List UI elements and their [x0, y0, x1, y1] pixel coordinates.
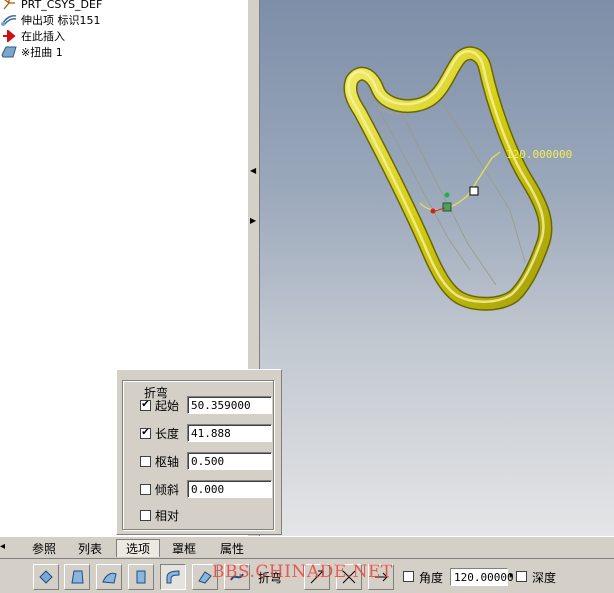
warp-tool-button[interactable]	[64, 564, 90, 590]
tree-item-label: PRT_CSYS_DEF	[21, 0, 103, 11]
angle-label: 角度	[419, 571, 444, 585]
spine-button[interactable]	[96, 564, 122, 590]
scroll-left-icon[interactable]: ◂	[0, 541, 5, 552]
expand-arrow-icon[interactable]: ▶	[250, 216, 256, 225]
length-label: 长度	[155, 426, 180, 441]
tilt-checkbox[interactable]	[140, 483, 151, 495]
relative-label: 相对	[155, 508, 180, 523]
flip-side-icon	[375, 572, 388, 582]
pivot-checkbox[interactable]	[140, 455, 151, 467]
graphics-window[interactable]: 120.000000	[260, 0, 614, 536]
start-row: ✔ 起始 50.359000	[140, 395, 280, 415]
length-checkbox[interactable]: ✔	[140, 427, 151, 439]
sculpt-icon	[230, 573, 244, 581]
tab-properties[interactable]: 属性	[212, 539, 252, 557]
csys-icon	[0, 0, 18, 11]
relative-checkbox[interactable]	[140, 509, 151, 521]
axis-select-button[interactable]	[304, 564, 330, 590]
start-checkbox[interactable]: ✔	[140, 399, 151, 411]
transform-icon	[39, 570, 53, 584]
warped-part-model[interactable]	[343, 46, 553, 311]
angle-checkbox[interactable]	[403, 571, 414, 582]
tree-item-label: ※扭曲 1	[21, 46, 63, 59]
stretch-button[interactable]	[128, 564, 154, 590]
flip-direction-button[interactable]	[336, 564, 362, 590]
tree-item-insert-here[interactable]: 在此插入	[0, 28, 65, 44]
tilt-label: 倾斜	[155, 482, 180, 497]
tab-options[interactable]: 选项	[116, 539, 160, 557]
twist-icon	[198, 571, 212, 584]
stretch-icon	[136, 570, 146, 584]
flip-direction-icon	[342, 570, 356, 584]
depth-checkbox[interactable]	[516, 571, 527, 582]
insert-here-arrow-icon	[0, 29, 18, 43]
sculpt-button[interactable]	[224, 564, 250, 590]
tab-references[interactable]: 参照	[24, 539, 64, 557]
bend-icon	[166, 570, 180, 584]
tree-item-label: 伸出项 标识151	[21, 14, 101, 27]
tree-item-csys[interactable]: PRT_CSYS_DEF	[0, 0, 102, 12]
warp-dashboard-toolbar: 折弯 角度 120.00000 ▾ 深度	[0, 558, 614, 593]
warp-icon	[0, 45, 18, 59]
tree-item-label: 在此插入	[21, 30, 65, 43]
collapse-arrow-icon[interactable]: ◀	[250, 166, 256, 175]
options-panel: 折弯 ✔ 起始 50.359000 ✔ 长度 41.888 枢轴 0.500 倾…	[116, 369, 282, 535]
warp-tool-icon	[71, 570, 84, 584]
start-label: 起始	[155, 398, 180, 413]
bend-button[interactable]	[160, 564, 186, 590]
bend-mode-label: 折弯	[258, 571, 283, 585]
pivot-value-field[interactable]: 0.500	[187, 452, 272, 470]
relative-row: 相对	[140, 505, 280, 525]
bend-angle-handle[interactable]	[419, 151, 501, 214]
tab-marquee[interactable]: 罩框	[164, 539, 204, 557]
twist-button[interactable]	[192, 564, 218, 590]
protrusion-icon	[0, 13, 18, 27]
bend-group-box: 折弯 ✔ 起始 50.359000 ✔ 长度 41.888 枢轴 0.500 倾…	[122, 380, 274, 530]
tilt-value-field[interactable]: 0.000	[187, 480, 272, 498]
angle-value-field[interactable]: 120.00000	[450, 568, 514, 586]
angle-dimension-text[interactable]: 120.000000	[506, 148, 572, 161]
length-row: ✔ 长度 41.888	[140, 423, 280, 443]
pivot-label: 枢轴	[155, 454, 180, 469]
length-value-field[interactable]: 41.888	[187, 424, 272, 442]
tree-item-protrusion[interactable]: 伸出项 标识151	[0, 12, 101, 28]
tab-list[interactable]: 列表	[70, 539, 110, 557]
angle-dropdown-icon[interactable]: ▾	[509, 571, 513, 580]
start-value-field[interactable]: 50.359000	[187, 396, 272, 414]
tree-item-warp[interactable]: ※扭曲 1	[0, 44, 63, 60]
flip-side-button[interactable]	[368, 564, 394, 590]
transform-button[interactable]	[33, 564, 59, 590]
axis-icon	[310, 570, 324, 584]
spine-icon	[102, 572, 117, 584]
dashboard-tabs: ◂ 参照 列表 选项 罩框 属性	[0, 536, 614, 559]
depth-label: 深度	[532, 571, 557, 585]
pivot-row: 枢轴 0.500	[140, 451, 280, 471]
tilt-row: 倾斜 0.000	[140, 479, 280, 499]
